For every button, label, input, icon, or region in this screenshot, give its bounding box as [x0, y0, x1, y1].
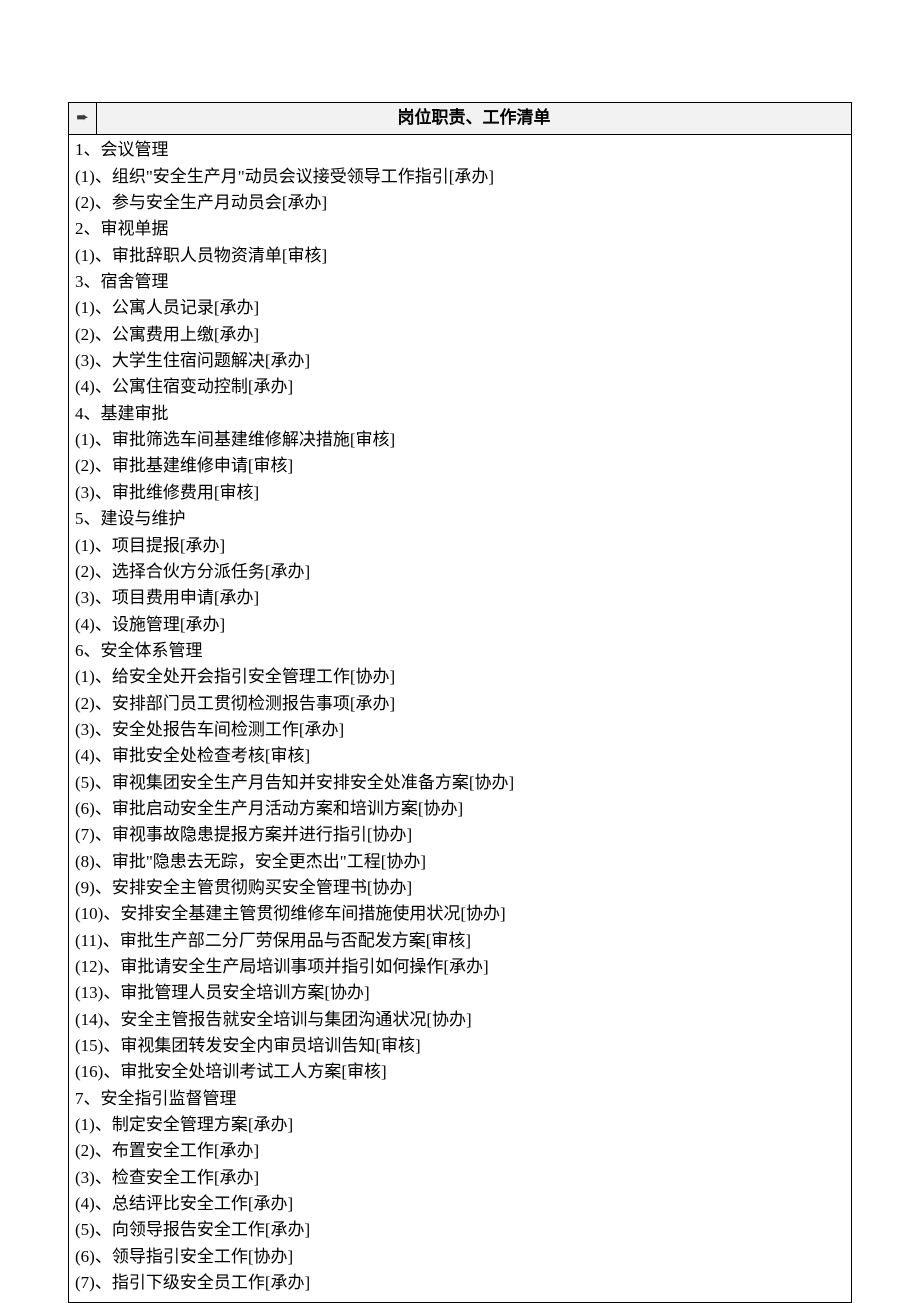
list-item: (3)、大学生住宿问题解决[承办]	[75, 348, 845, 374]
list-item: 7、安全指引监督管理	[75, 1086, 845, 1112]
list-item: (11)、审批生产部二分厂劳保用品与否配发方案[审核]	[75, 928, 845, 954]
list-item: (10)、安排安全基建主管贯彻维修车间措施使用状况[协办]	[75, 901, 845, 927]
list-item: (3)、检查安全工作[承办]	[75, 1165, 845, 1191]
list-item: (1)、审批筛选车间基建维修解决措施[审核]	[75, 427, 845, 453]
list-item: 5、建设与维护	[75, 506, 845, 532]
list-item: (1)、项目提报[承办]	[75, 533, 845, 559]
list-item: (1)、给安全处开会指引安全管理工作[协办]	[75, 664, 845, 690]
list-item: (2)、布置安全工作[承办]	[75, 1138, 845, 1164]
list-item: (12)、审批请安全生产局培训事项并指引如何操作[承办]	[75, 954, 845, 980]
list-item: 1、会议管理	[75, 137, 845, 163]
list-item: (7)、指引下级安全员工作[承办]	[75, 1270, 845, 1296]
list-item: (1)、公寓人员记录[承办]	[75, 295, 845, 321]
list-item: 3、宿舍管理	[75, 269, 845, 295]
list-item: (16)、审批安全处培训考试工人方案[审核]	[75, 1059, 845, 1085]
list-item: (5)、审视集团安全生产月告知并安排安全处准备方案[协办]	[75, 770, 845, 796]
list-item: (2)、审批基建维修申请[审核]	[75, 453, 845, 479]
list-item: (1)、审批辞职人员物资清单[审核]	[75, 243, 845, 269]
list-item: (3)、项目费用申请[承办]	[75, 585, 845, 611]
list-item: (8)、审批"隐患去无踪，安全更杰出"工程[协办]	[75, 849, 845, 875]
table-header-title: 岗位职责、工作清单	[97, 103, 851, 134]
list-item: (4)、设施管理[承办]	[75, 612, 845, 638]
list-item: (14)、安全主管报告就安全培训与集团沟通状况[协办]	[75, 1007, 845, 1033]
list-item: (15)、审视集团转发安全内审员培训告知[审核]	[75, 1033, 845, 1059]
list-item: (6)、审批启动安全生产月活动方案和培训方案[协办]	[75, 796, 845, 822]
list-item: (7)、审视事故隐患提报方案并进行指引[协办]	[75, 822, 845, 848]
list-item: (2)、安排部门员工贯彻检测报告事项[承办]	[75, 691, 845, 717]
list-item: (3)、安全处报告车间检测工作[承办]	[75, 717, 845, 743]
list-item: (9)、安排安全主管贯彻购买安全管理书[协办]	[75, 875, 845, 901]
list-item: (2)、选择合伙方分派任务[承办]	[75, 559, 845, 585]
list-item: 4、基建审批	[75, 401, 845, 427]
list-item: (2)、公寓费用上缴[承办]	[75, 322, 845, 348]
table-header-row: ➨ 岗位职责、工作清单	[69, 103, 851, 135]
list-item: 6、安全体系管理	[75, 638, 845, 664]
list-item: (5)、向领导报告安全工作[承办]	[75, 1217, 845, 1243]
list-item: (1)、制定安全管理方案[承办]	[75, 1112, 845, 1138]
list-item: (2)、参与安全生产月动员会[承办]	[75, 190, 845, 216]
document-table: ➨ 岗位职责、工作清单 1、会议管理(1)、组织"安全生产月"动员会议接受领导工…	[68, 102, 852, 1303]
list-item: (13)、审批管理人员安全培训方案[协办]	[75, 980, 845, 1006]
list-item: (4)、审批安全处检查考核[审核]	[75, 743, 845, 769]
arrow-icon: ➨	[69, 103, 97, 134]
table-body: 1、会议管理(1)、组织"安全生产月"动员会议接受领导工作指引[承办](2)、参…	[69, 135, 851, 1302]
list-item: (4)、总结评比安全工作[承办]	[75, 1191, 845, 1217]
list-item: (3)、审批维修费用[审核]	[75, 480, 845, 506]
list-item: (1)、组织"安全生产月"动员会议接受领导工作指引[承办]	[75, 164, 845, 190]
list-item: (4)、公寓住宿变动控制[承办]	[75, 374, 845, 400]
list-item: 2、审视单据	[75, 216, 845, 242]
list-item: (6)、领导指引安全工作[协办]	[75, 1244, 845, 1270]
